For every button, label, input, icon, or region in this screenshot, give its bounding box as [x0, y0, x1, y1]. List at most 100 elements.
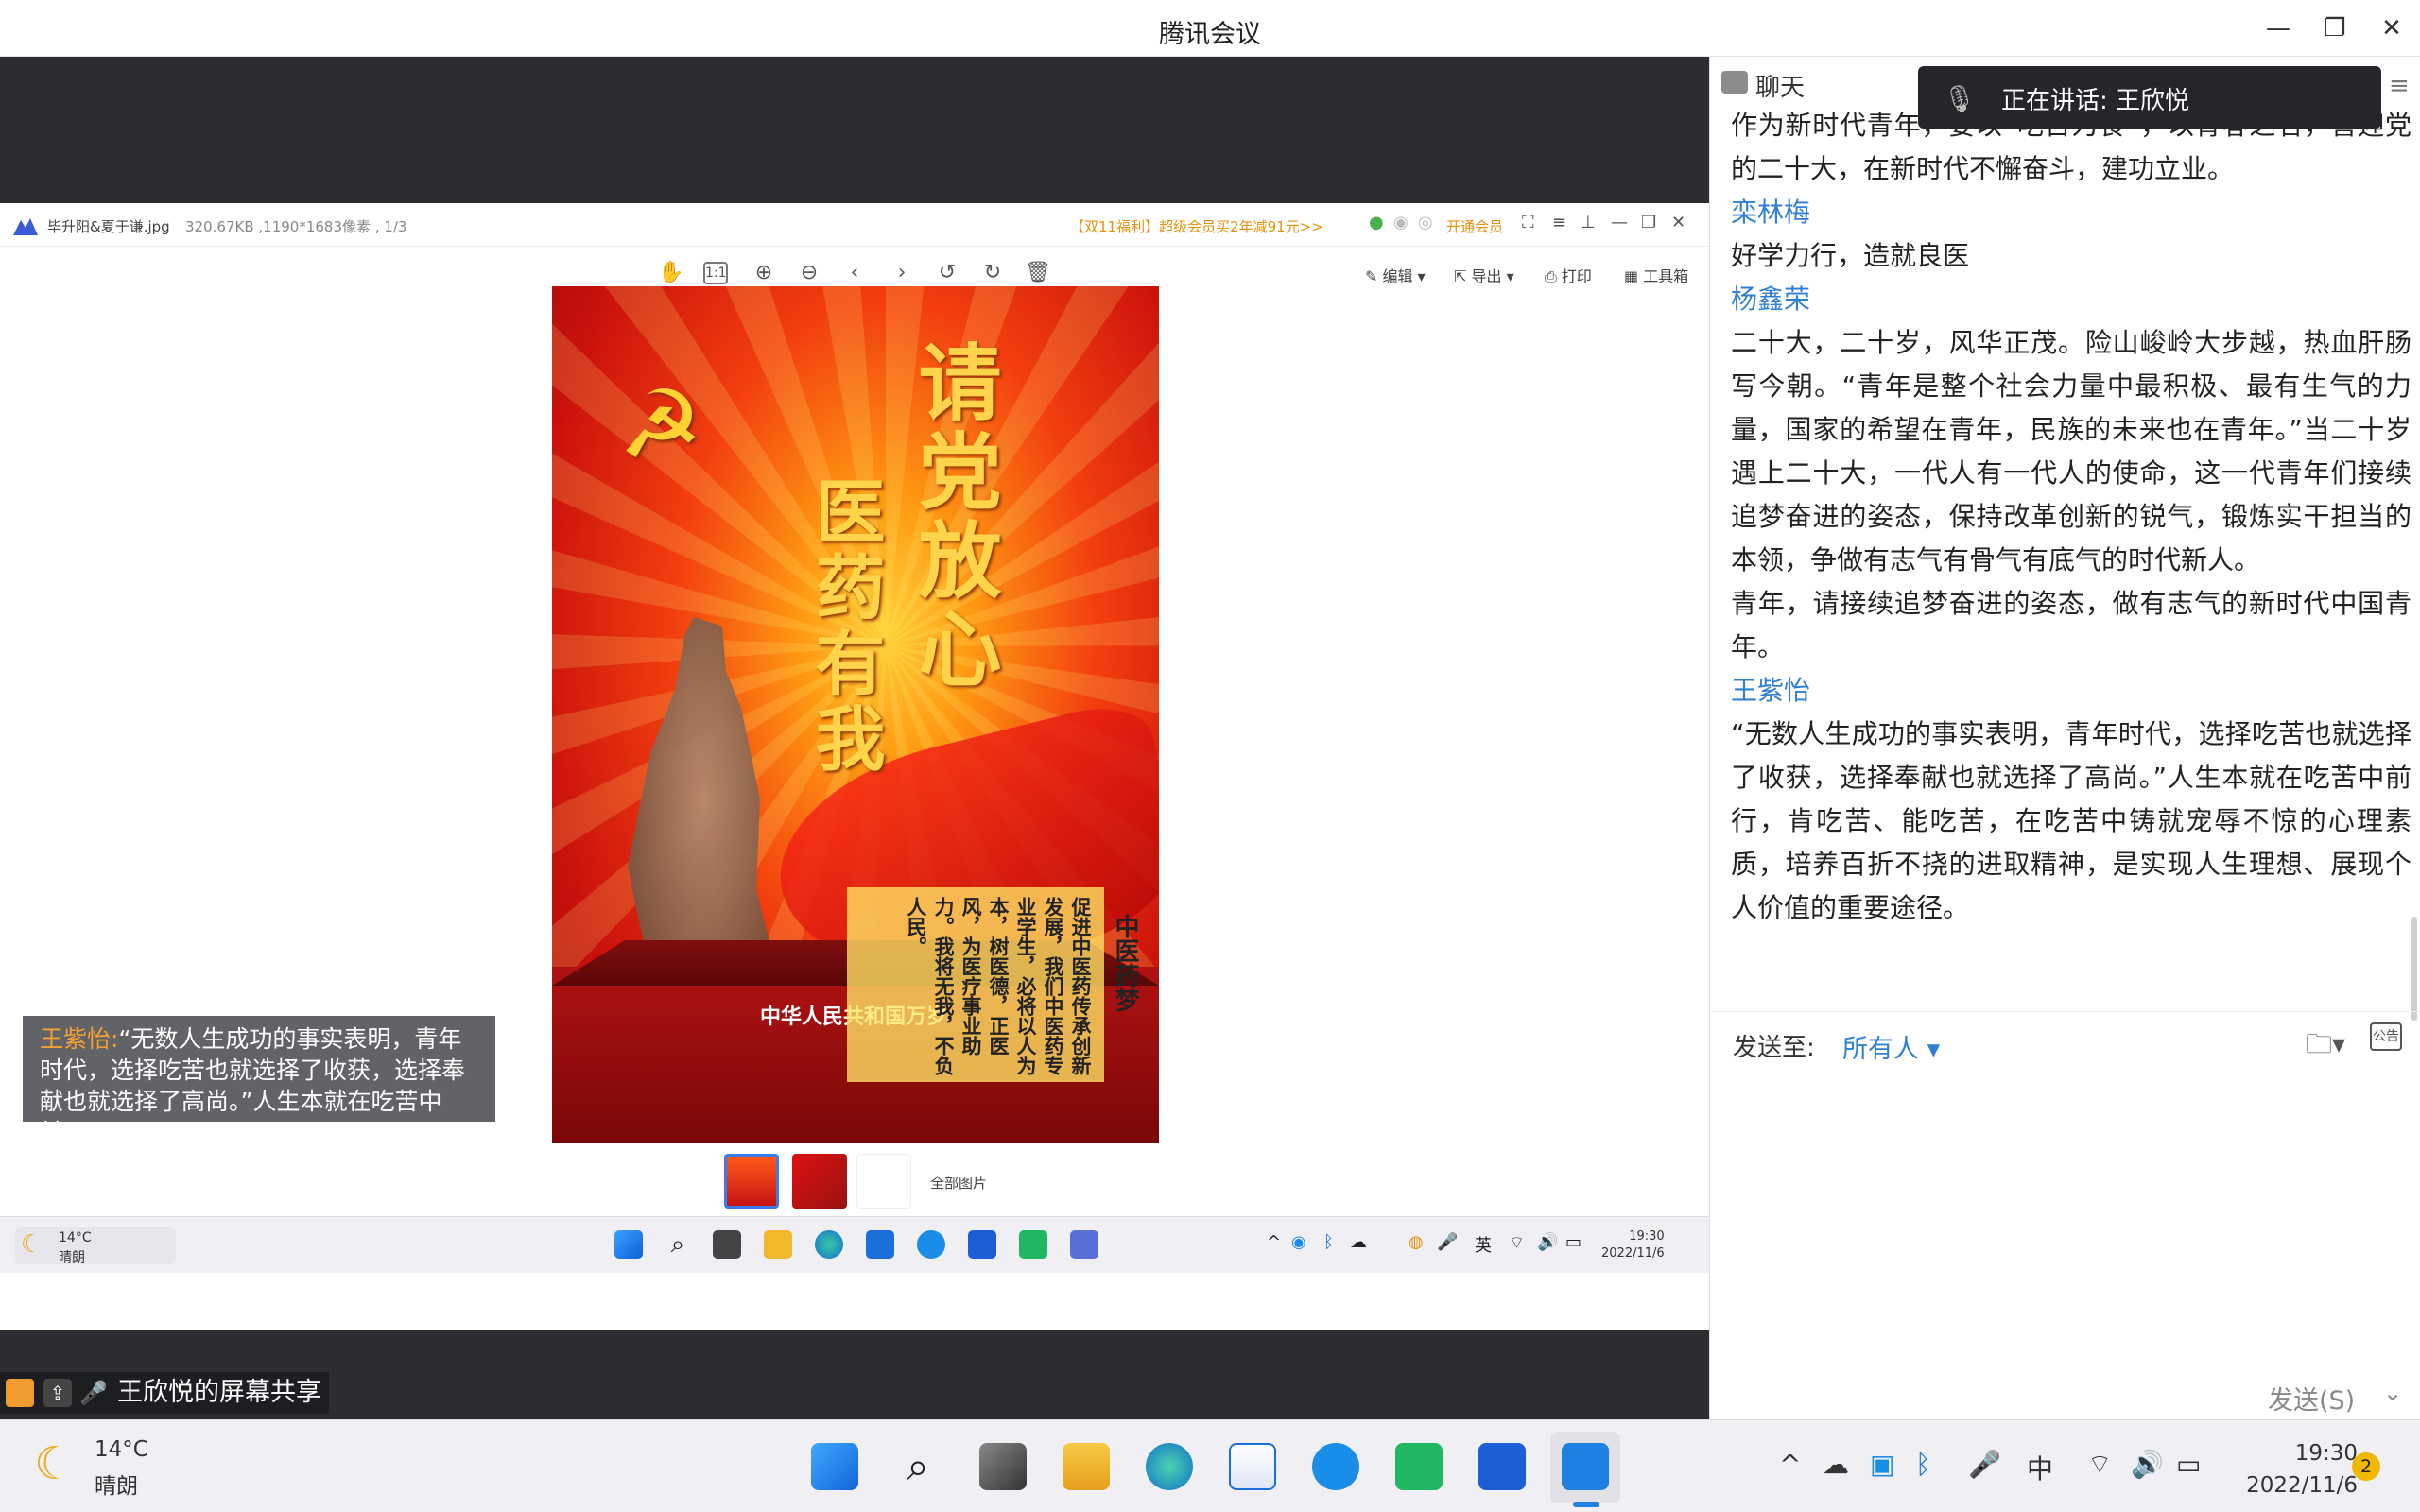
viewer-promo-link[interactable]: 【双11福利】超级会员买2年减91元>>: [1070, 216, 1323, 236]
security-icon[interactable]: [968, 1230, 996, 1259]
store-icon[interactable]: [1229, 1443, 1276, 1490]
ie-icon[interactable]: [917, 1230, 945, 1259]
send-button[interactable]: 发送(S): [2268, 1380, 2355, 1417]
chat-message-sender[interactable]: 王紫怡: [1731, 669, 2411, 713]
task-view-icon[interactable]: [979, 1443, 1027, 1490]
tray-app-icon[interactable]: ◉: [1291, 1232, 1306, 1252]
all-images-link[interactable]: 全部图片: [930, 1173, 987, 1193]
ie-icon[interactable]: [1312, 1443, 1359, 1490]
viewer-titlebar: 毕升阳&夏于谦.jpg 320.67KB ,1190*1683像素 , 1/3 …: [0, 203, 1709, 247]
close-button[interactable]: ✕: [2373, 9, 2411, 47]
start-icon[interactable]: [614, 1230, 643, 1259]
clock[interactable]: 19:30 2022/11/6: [2244, 1437, 2358, 1502]
battery-icon[interactable]: ▭: [1565, 1232, 1582, 1252]
poster-slogan-left: 医药有我: [804, 475, 885, 778]
export-button[interactable]: ⇱ 导出 ▾: [1454, 264, 1514, 286]
chat-message-sender[interactable]: 栾林梅: [1731, 191, 2411, 234]
edge-icon[interactable]: [815, 1230, 843, 1259]
search-icon[interactable]: ⌕: [894, 1443, 942, 1490]
viewer-vip-link[interactable]: 开通会员: [1446, 216, 1503, 236]
battery-icon[interactable]: ▭: [2176, 1449, 2201, 1480]
restore-button[interactable]: ❐: [2316, 9, 2354, 47]
host-taskbar: ☾ 14°C 晴朗 ⌕ ^ ☁ ▣ ᛒ 🎤 中 ⌔ 🔊 ▭ 19:30 2022…: [0, 1419, 2420, 1512]
task-view-icon[interactable]: [713, 1230, 741, 1259]
edit-button[interactable]: ✎ 编辑 ▾: [1365, 264, 1426, 286]
store-icon[interactable]: [866, 1230, 894, 1259]
chat-icon: [1721, 71, 1748, 94]
remote-ime-indicator[interactable]: 英: [1475, 1232, 1492, 1257]
viewer-close-button[interactable]: ✕: [1671, 213, 1685, 232]
tray-app-icon[interactable]: ◍: [1409, 1232, 1424, 1252]
thumbnail[interactable]: [856, 1154, 911, 1209]
volume-icon[interactable]: 🔊: [1537, 1232, 1558, 1252]
previous-icon[interactable]: ‹: [839, 258, 870, 288]
fullscreen-icon[interactable]: ⛶: [1522, 213, 1534, 232]
wechat-work-icon[interactable]: [1019, 1230, 1047, 1259]
volume-icon[interactable]: 🔊: [2131, 1449, 2164, 1480]
chat-message-text: “无数人生成功的事实表明，青年时代，选择吃苦也就选择了收获，选择奉献也就选择了高…: [1731, 718, 2411, 923]
rotate-left-icon[interactable]: ↺: [932, 258, 962, 288]
thumbnail[interactable]: [792, 1154, 847, 1209]
viewer-file-meta: 320.67KB ,1190*1683像素 , 1/3: [185, 218, 407, 235]
delete-icon[interactable]: 🗑: [1023, 258, 1053, 288]
file-explorer-icon[interactable]: [1063, 1443, 1110, 1490]
next-icon[interactable]: ›: [887, 258, 917, 288]
image-viewer-icon[interactable]: [1070, 1230, 1098, 1259]
user-avatar-icon: [6, 1379, 34, 1407]
remote-clock[interactable]: 19:30 2022/11/6: [1601, 1228, 1665, 1263]
search-icon[interactable]: ⌕: [664, 1230, 692, 1259]
actual-size-icon[interactable]: 1:1: [703, 262, 728, 284]
remote-time: 19:30: [1629, 1229, 1665, 1244]
wechat-work-icon[interactable]: [1395, 1443, 1443, 1490]
weather-condition[interactable]: 晴朗: [95, 1468, 138, 1500]
viewer-minimize-button[interactable]: —: [1611, 213, 1628, 232]
chat-message-sender[interactable]: 杨鑫荣: [1731, 278, 2411, 321]
bluetooth-icon[interactable]: ᛒ: [1323, 1232, 1334, 1252]
tray-app-icon[interactable]: ▣: [1870, 1449, 1894, 1480]
file-explorer-icon[interactable]: [764, 1230, 792, 1259]
cloud-icon[interactable]: ☁: [1823, 1449, 1849, 1480]
hand-icon[interactable]: ✋: [656, 258, 686, 288]
ime-indicator[interactable]: 中: [2027, 1449, 2053, 1486]
wifi-icon[interactable]: ⌔: [2087, 1449, 2112, 1482]
menu-icon[interactable]: ≡: [1552, 213, 1566, 232]
cloud-icon[interactable]: ☁: [1350, 1232, 1367, 1252]
pin-icon[interactable]: ⊥: [1581, 213, 1596, 232]
microphone-icon[interactable]: 🎤: [1437, 1232, 1458, 1252]
rotate-right-icon[interactable]: ↻: [977, 258, 1008, 288]
zoom-in-icon[interactable]: ⊕: [749, 258, 779, 288]
caption-speaker: 王紫怡:: [40, 1025, 119, 1053]
chat-menu-icon[interactable]: ≡: [2389, 72, 2410, 100]
start-icon[interactable]: [811, 1443, 858, 1490]
weather-temp[interactable]: 14°C: [95, 1437, 148, 1462]
bluetooth-icon[interactable]: ᛒ: [1915, 1449, 1931, 1480]
minimize-button[interactable]: —: [2259, 9, 2297, 47]
send-to-dropdown[interactable]: 所有人 ▾: [1842, 1028, 1940, 1065]
print-button[interactable]: ⎙ 打印: [1545, 264, 1592, 286]
announcement-icon[interactable]: 公告: [2370, 1022, 2402, 1051]
send-options-icon[interactable]: ⌄: [2383, 1380, 2402, 1406]
remote-weather-widget[interactable]: ☾ 14°C 晴朗: [15, 1227, 176, 1265]
tencent-meeting-icon[interactable]: [1562, 1443, 1609, 1490]
send-to-value: 所有人: [1842, 1035, 1919, 1064]
viewer-filename: 毕升阳&夏于谦.jpg: [47, 218, 170, 235]
wifi-icon[interactable]: ⌔: [1509, 1232, 1525, 1254]
chat-scrollbar[interactable]: [2411, 917, 2417, 1021]
muted-mic-icon: 🎙: [1943, 83, 1977, 114]
tray-overflow-icon[interactable]: ^: [1267, 1232, 1281, 1252]
microphone-icon[interactable]: 🎤: [1968, 1449, 2001, 1480]
toolbox-button[interactable]: ▦ 工具箱: [1624, 264, 1688, 286]
remote-weather-temp: 14°C: [59, 1230, 92, 1246]
file-icon[interactable]: 🗀▾: [2306, 1024, 2345, 1070]
thumbnail[interactable]: [724, 1154, 779, 1209]
zoom-out-icon[interactable]: ⊖: [794, 258, 824, 288]
edge-icon[interactable]: [1146, 1443, 1193, 1490]
remote-taskbar: ☾ 14°C 晴朗 ⌕ ^ ◉ ᛒ ☁ ◍ 🎤 英 ⌔ 🔊 ▭ 19:30 20…: [0, 1216, 1709, 1273]
viewer-restore-button[interactable]: ❐: [1641, 213, 1656, 232]
notification-badge[interactable]: 2: [2352, 1452, 2380, 1481]
security-icon[interactable]: [1478, 1443, 1526, 1490]
tray-overflow-icon[interactable]: ^: [1779, 1449, 1801, 1480]
live-caption: 王紫怡:“无数人生成功的事实表明，青年时代，选择吃苦也就选择了收获，选择奉献也就…: [23, 1016, 495, 1146]
shared-screen-area: 毕升阳&夏于谦.jpg 320.67KB ,1190*1683像素 , 1/3 …: [0, 57, 1709, 1419]
window-titlebar: 腾讯会议 — ❐ ✕: [0, 0, 2420, 57]
